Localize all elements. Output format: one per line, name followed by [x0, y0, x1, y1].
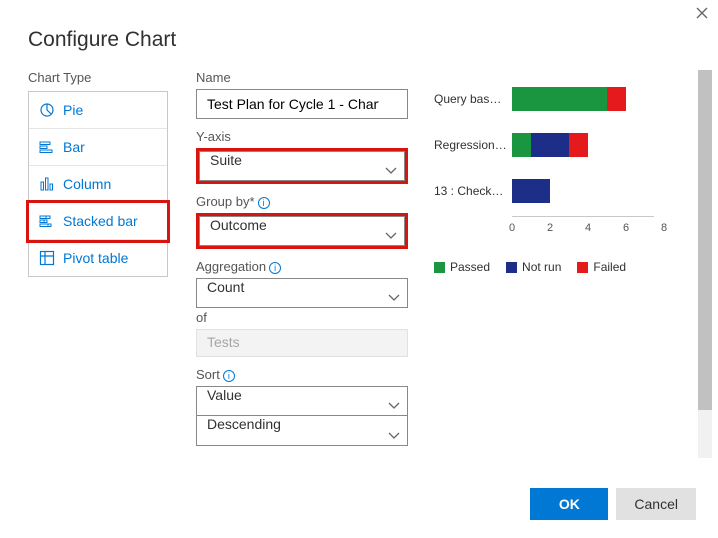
swatch-icon [506, 262, 517, 273]
dialog-footer: OK Cancel [530, 488, 696, 520]
bar-segment-notrun [512, 179, 550, 203]
yaxis-label: Y-axis [196, 129, 408, 144]
chart-type-list: Pie Bar Column [28, 91, 168, 277]
column-icon [39, 176, 55, 192]
swatch-icon [577, 262, 588, 273]
chart-type-column[interactable]: Column [29, 166, 167, 203]
legend-notrun: Not run [506, 260, 561, 274]
axis-tick: 0 [509, 222, 515, 234]
category-label: Regression ... [434, 138, 512, 152]
chart-bar-row: 13 : Checko... [434, 168, 664, 214]
vertical-scrollbar[interactable] [698, 70, 712, 458]
bar-segment-passed [512, 133, 531, 157]
chart-preview: Query based... Regression ... [434, 76, 664, 274]
bar-segment-failed [569, 133, 588, 157]
sort-label: Sorti [196, 367, 408, 382]
yaxis-value: Suite [199, 151, 405, 181]
bar-track [512, 179, 664, 203]
legend-passed: Passed [434, 260, 490, 274]
info-icon[interactable]: i [269, 262, 281, 274]
scrollbar-thumb[interactable] [698, 70, 712, 410]
chart-type-label-text: Stacked bar [63, 213, 138, 229]
pivot-table-icon [39, 250, 55, 266]
chart-type-bar[interactable]: Bar [29, 129, 167, 166]
bar-segment-failed [607, 87, 626, 111]
aggregation-select[interactable]: Count [196, 278, 408, 308]
sort-order-value: Descending [196, 416, 408, 446]
aggregation-value: Count [196, 278, 408, 308]
groupby-label: Group by*i [196, 194, 408, 209]
sort-primary-select[interactable]: Value [196, 386, 408, 416]
sort-order-select[interactable]: Descending [196, 416, 408, 446]
pie-icon [39, 102, 55, 118]
name-label: Name [196, 70, 408, 85]
aggregation-label: Aggregationi [196, 259, 408, 274]
chart-type-label-text: Bar [63, 139, 85, 155]
info-icon[interactable]: i [223, 370, 235, 382]
close-icon[interactable] [696, 6, 708, 22]
info-icon[interactable]: i [258, 197, 270, 209]
bar-segment-passed [512, 87, 607, 111]
axis-tick: 8 [661, 222, 667, 234]
chart-type-pie[interactable]: Pie [29, 92, 167, 129]
groupby-select[interactable]: Outcome [196, 213, 408, 249]
yaxis-select[interactable]: Suite [196, 148, 408, 184]
chart-type-label-text: Column [63, 176, 111, 192]
chart-bar-row: Regression ... [434, 122, 664, 168]
stacked-bar-icon [39, 213, 55, 229]
legend-failed: Failed [577, 260, 626, 274]
chart-type-label-text: Pivot table [63, 250, 128, 266]
chart-type-label-text: Pie [63, 102, 83, 118]
sort-primary-value: Value [196, 386, 408, 416]
chart-type-panel: Chart Type Pie Bar [28, 70, 168, 458]
axis-tick: 6 [623, 222, 629, 234]
configure-chart-dialog: Configure Chart Chart Type Pie Bar [0, 0, 718, 538]
of-input-disabled: Tests [196, 329, 408, 357]
chart-type-label: Chart Type [28, 70, 168, 85]
groupby-value: Outcome [199, 216, 405, 246]
cancel-button[interactable]: Cancel [616, 488, 696, 520]
dialog-title: Configure Chart [0, 0, 718, 70]
category-label: 13 : Checko... [434, 184, 512, 198]
chart-bar-row: Query based... [434, 76, 664, 122]
chart-config-form: Name Y-axis Suite Group by*i Outcome Agg… [196, 70, 408, 458]
bar-track [512, 133, 664, 157]
axis-tick: 4 [585, 222, 591, 234]
chart-legend: Passed Not run Failed [434, 260, 664, 274]
of-label: of [196, 310, 408, 325]
chart-type-pivot[interactable]: Pivot table [29, 240, 167, 276]
swatch-icon [434, 262, 445, 273]
bar-icon [39, 139, 55, 155]
category-label: Query based... [434, 92, 512, 106]
bar-segment-notrun [531, 133, 569, 157]
ok-button[interactable]: OK [530, 488, 608, 520]
x-axis: 0 2 4 6 8 [512, 214, 664, 242]
name-input[interactable] [196, 89, 408, 119]
bar-track [512, 87, 664, 111]
axis-tick: 2 [547, 222, 553, 234]
chart-preview-area: Query based... Regression ... [434, 70, 718, 458]
chart-type-stacked-bar[interactable]: Stacked bar [29, 203, 167, 240]
